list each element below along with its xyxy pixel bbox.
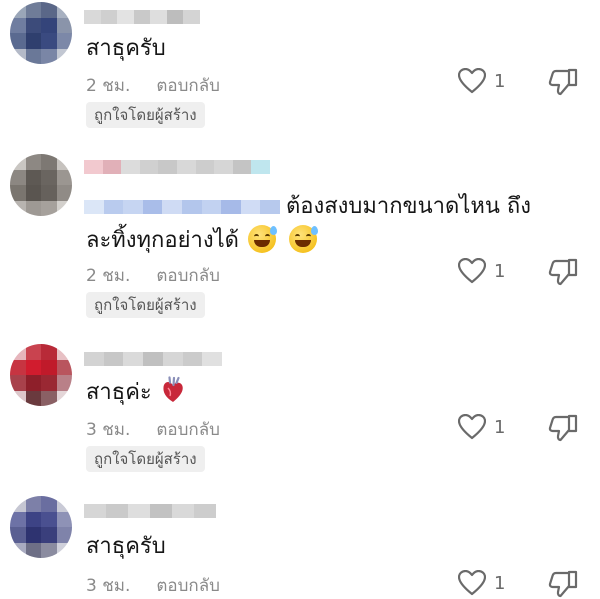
liked-by-creator-badge: ถูกใจโดยผู้สร้าง	[86, 446, 205, 472]
thumbs-down-outline-icon	[548, 414, 578, 442]
comment-meta: 2 ชม. ตอบกลับ	[86, 262, 220, 289]
comment-text-line-2-content: ละทิ้งทุกอย่างได้	[86, 228, 239, 253]
liked-by-creator-badge: ถูกใจโดยผู้สร้าง	[86, 292, 205, 318]
dislike-button[interactable]	[548, 570, 578, 598]
like-button[interactable]: 1	[458, 570, 505, 596]
comment-item: สาธุครับ 3 ชม. ตอบกลับ 1	[0, 490, 600, 598]
anatomical-heart-icon	[163, 376, 183, 402]
username-blurred[interactable]	[84, 160, 270, 174]
reply-button[interactable]: ตอบกลับ	[156, 416, 220, 443]
like-count: 1	[494, 260, 506, 282]
heart-outline-icon	[458, 258, 486, 284]
avatar[interactable]	[10, 496, 72, 558]
thumbs-down-outline-icon	[548, 258, 578, 286]
comment-item: ต้องสงบมากขนาดไหน ถึง ละทิ้งทุกอย่างได้ …	[0, 150, 600, 340]
comment-meta: 3 ชม. ตอบกลับ	[86, 572, 220, 599]
reply-button[interactable]: ตอบกลับ	[156, 262, 220, 289]
avatar[interactable]	[10, 154, 72, 216]
dislike-button[interactable]	[548, 258, 578, 286]
like-button[interactable]: 1	[458, 258, 505, 284]
grinning-face-with-sweat-icon	[247, 225, 277, 253]
comment-text-line-1: ต้องสงบมากขนาดไหน ถึง	[286, 194, 531, 219]
liked-by-creator-badge: ถูกใจโดยผู้สร้าง	[86, 102, 205, 128]
comment-text-line-2: ละทิ้งทุกอย่างได้	[86, 224, 318, 258]
timestamp: 2 ชม.	[86, 266, 131, 286]
comment-text-content: สาธุค่ะ	[86, 380, 152, 405]
reply-button[interactable]: ตอบกลับ	[156, 72, 220, 99]
like-count: 1	[494, 70, 506, 92]
timestamp: 2 ชม.	[86, 76, 131, 96]
comment-text: สาธุครับ	[86, 534, 166, 559]
dislike-button[interactable]	[548, 414, 578, 442]
avatar[interactable]	[10, 2, 72, 64]
dislike-button[interactable]	[548, 68, 578, 96]
heart-outline-icon	[458, 414, 486, 440]
thumbs-down-outline-icon	[548, 570, 578, 598]
heart-outline-icon	[458, 570, 486, 596]
comment-item: สาธุครับ 2 ชม. ตอบกลับ ถูกใจโดยผู้สร้าง …	[0, 0, 600, 150]
comment-meta: 2 ชม. ตอบกลับ	[86, 72, 220, 99]
username-blurred[interactable]	[84, 352, 223, 366]
thumbs-down-outline-icon	[548, 68, 578, 96]
like-button[interactable]: 1	[458, 414, 505, 440]
timestamp: 3 ชม.	[86, 576, 131, 596]
username-blurred[interactable]	[84, 504, 216, 518]
mentioned-user-blurred[interactable]	[84, 200, 280, 214]
avatar[interactable]	[10, 344, 72, 406]
like-button[interactable]: 1	[458, 68, 505, 94]
comment-meta: 3 ชม. ตอบกลับ	[86, 416, 220, 443]
like-count: 1	[494, 572, 506, 594]
timestamp: 3 ชม.	[86, 420, 131, 440]
heart-outline-icon	[458, 68, 486, 94]
like-count: 1	[494, 416, 506, 438]
username-blurred[interactable]	[84, 10, 201, 24]
grinning-face-with-sweat-icon	[288, 225, 318, 253]
comment-text: สาธุครับ	[86, 36, 166, 61]
comment-text: สาธุค่ะ	[86, 376, 185, 410]
comment-item: สาธุค่ะ 3 ชม. ตอบกลับ ถูกใจโดยผู้สร้าง 1	[0, 340, 600, 490]
reply-button[interactable]: ตอบกลับ	[156, 572, 220, 599]
